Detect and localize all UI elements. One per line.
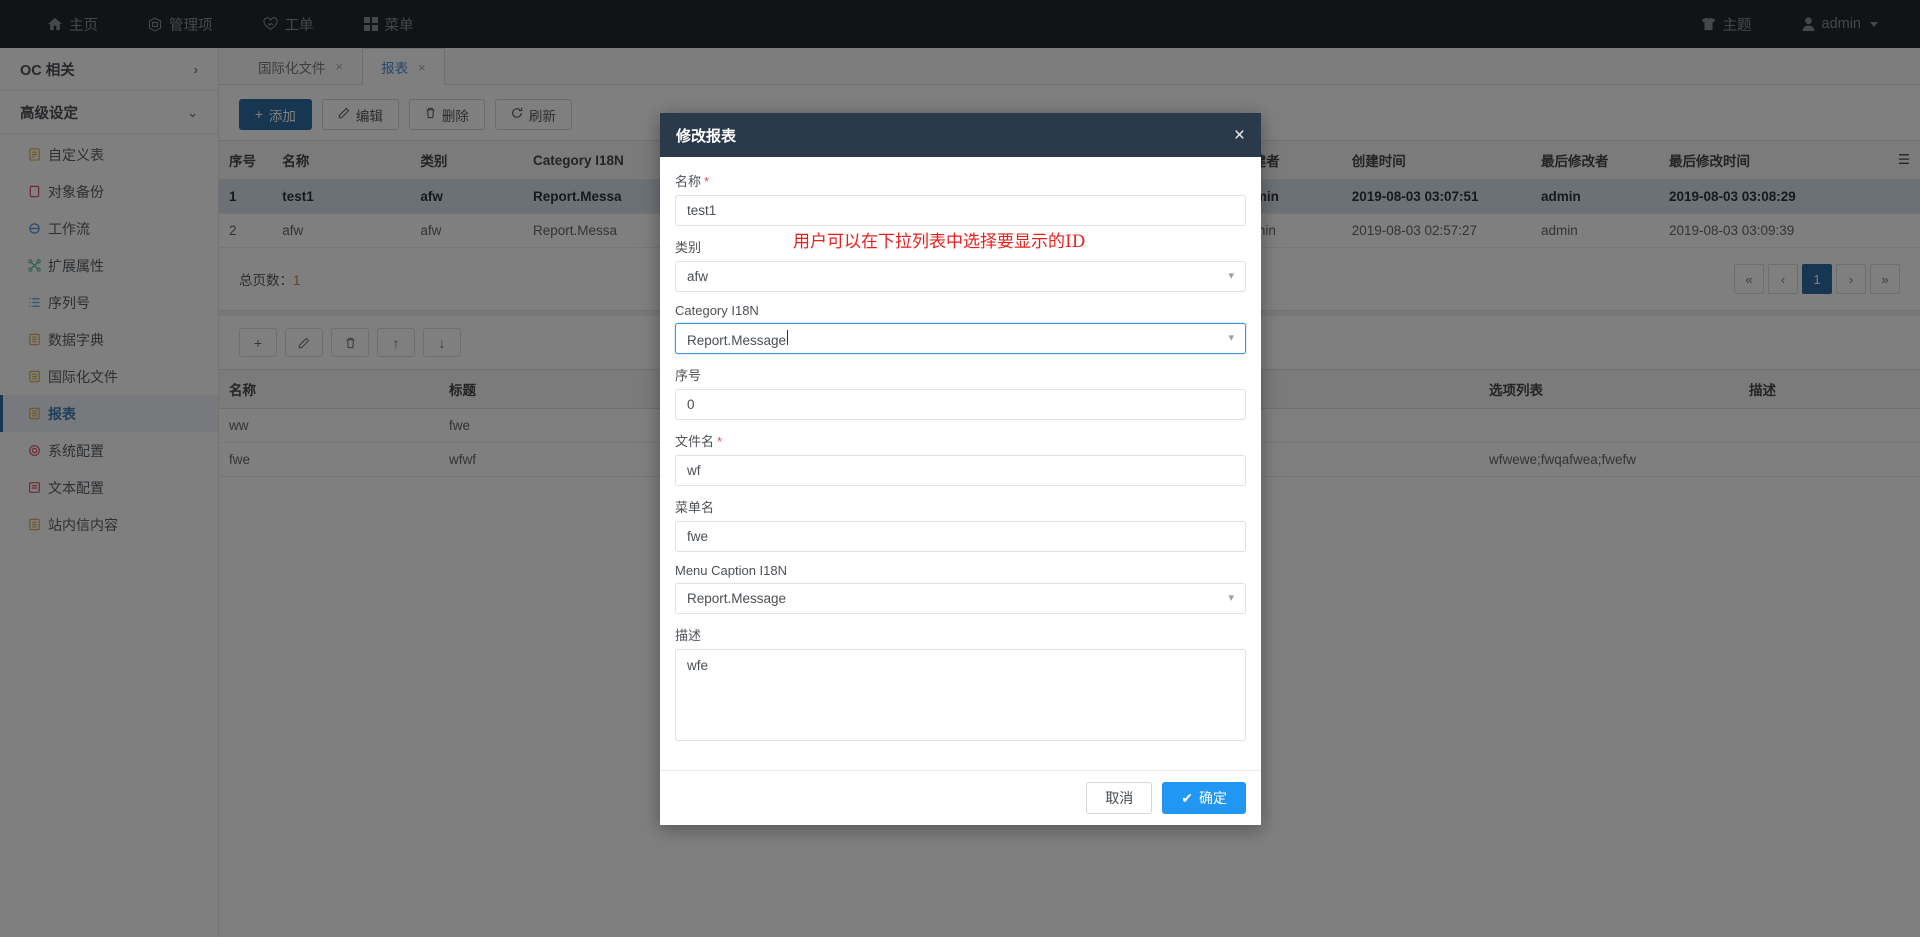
chevron-down-icon: ▾: [1228, 333, 1234, 344]
category-i18n-select-value: Report.Message: [687, 330, 788, 348]
description-textarea[interactable]: wfe: [675, 649, 1246, 741]
field-filename-label: 文件名*: [675, 431, 1246, 450]
confirm-button[interactable]: ✔ 确定: [1162, 782, 1246, 814]
text-cursor: [787, 330, 788, 345]
chevron-down-icon: ▾: [1228, 593, 1234, 604]
field-category-label: 类别: [675, 237, 1246, 256]
category-i18n-select[interactable]: Report.Message ▾: [675, 323, 1246, 354]
field-name: 名称* test1: [675, 171, 1246, 226]
filename-input[interactable]: wf: [675, 455, 1246, 486]
edit-report-modal: 修改报表 × 名称* test1 类别 afw ▾ Category I18N …: [660, 113, 1261, 825]
cancel-button[interactable]: 取消: [1086, 782, 1152, 814]
required-marker: *: [717, 434, 722, 449]
category-select-value: afw: [687, 269, 708, 284]
modal-header: 修改报表 ×: [660, 113, 1261, 157]
close-icon[interactable]: ×: [1234, 126, 1245, 145]
confirm-button-label: 确定: [1199, 788, 1227, 808]
field-menu-caption-i18n-label: Menu Caption I18N: [675, 563, 1246, 578]
field-menuname: 菜单名 fwe: [675, 497, 1246, 552]
field-description-label: 描述: [675, 625, 1246, 644]
sequence-input[interactable]: 0: [675, 389, 1246, 420]
category-select[interactable]: afw ▾: [675, 261, 1246, 292]
field-menuname-label: 菜单名: [675, 497, 1246, 516]
description-value: wfe: [687, 658, 708, 673]
field-category-i18n: Category I18N Report.Message ▾: [675, 303, 1246, 354]
cancel-button-label: 取消: [1105, 788, 1133, 808]
chevron-down-icon: ▾: [1228, 271, 1234, 282]
menu-caption-i18n-select-value: Report.Message: [687, 591, 786, 606]
field-name-label: 名称*: [675, 171, 1246, 190]
sequence-input-value: 0: [687, 397, 695, 412]
modal-footer: 取消 ✔ 确定: [660, 770, 1261, 825]
field-menu-caption-i18n: Menu Caption I18N Report.Message ▾: [675, 563, 1246, 614]
modal-body: 名称* test1 类别 afw ▾ Category I18N Report.…: [660, 157, 1261, 770]
name-input-value: test1: [687, 203, 716, 218]
filename-input-value: wf: [687, 463, 701, 478]
field-category: 类别 afw ▾: [675, 237, 1246, 292]
field-sequence-label: 序号: [675, 365, 1246, 384]
menuname-input[interactable]: fwe: [675, 521, 1246, 552]
field-filename: 文件名* wf: [675, 431, 1246, 486]
modal-title: 修改报表: [676, 125, 736, 146]
field-description: 描述 wfe: [675, 625, 1246, 741]
check-icon: ✔: [1181, 790, 1193, 807]
field-category-i18n-label: Category I18N: [675, 303, 1246, 318]
name-input[interactable]: test1: [675, 195, 1246, 226]
menuname-input-value: fwe: [687, 529, 708, 544]
menu-caption-i18n-select[interactable]: Report.Message ▾: [675, 583, 1246, 614]
required-marker: *: [704, 174, 709, 189]
field-sequence: 序号 0: [675, 365, 1246, 420]
